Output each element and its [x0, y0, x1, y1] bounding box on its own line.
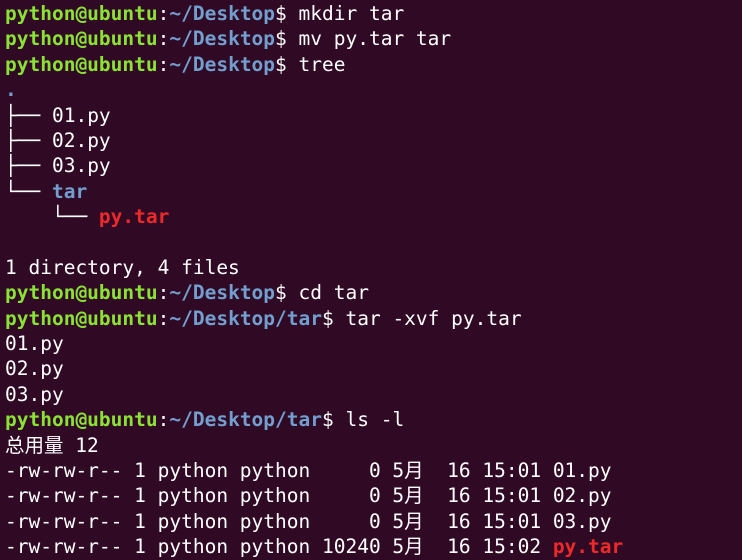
tree-branch: ├──: [5, 154, 52, 178]
command-text: mkdir tar: [298, 2, 405, 25]
prompt-path: ~/Desktop: [169, 281, 276, 305]
command-text: ls -l: [345, 408, 405, 432]
ls-entry-line: -rw-rw-r-- 1 python python 0 5月 16 15:01…: [5, 509, 742, 534]
output-text: 总用量 12: [5, 433, 99, 457]
ls-entry-meta: -rw-rw-r-- 1 python python 10240 5月 16 1…: [5, 535, 553, 559]
prompt-dollar: $: [275, 2, 299, 25]
prompt-user-host: python@ubuntu: [5, 306, 158, 330]
output-text: 02.py: [5, 357, 64, 381]
prompt-separator: :: [157, 2, 170, 25]
tree-branch: └──: [5, 179, 52, 203]
ls-entry-name: py.tar: [552, 535, 624, 559]
tree-entry-name: 03.py: [51, 154, 111, 178]
prompt-separator: :: [157, 27, 170, 51]
prompt-line: python@ubuntu:~/Desktop/tar$ tar -xvf py…: [5, 306, 742, 331]
tree-root: .: [5, 78, 17, 102]
prompt-path: ~/Desktop/tar: [169, 408, 322, 432]
prompt-user-host: python@ubuntu: [5, 2, 158, 25]
ls-entry-meta: -rw-rw-r-- 1 python python 0 5月 16 15:01: [5, 459, 553, 483]
command-text: tar -xvf py.tar: [345, 306, 522, 330]
prompt-dollar: $: [322, 306, 346, 330]
prompt-path: ~/Desktop: [169, 27, 276, 51]
output-line: 03.py: [5, 382, 742, 407]
ls-entry-meta: -rw-rw-r-- 1 python python 0 5月 16 15:01: [5, 484, 553, 508]
tree-branch: ├──: [5, 103, 52, 127]
prompt-dollar: $: [275, 281, 299, 305]
prompt-user-host: python@ubuntu: [5, 281, 158, 305]
prompt-line: python@ubuntu:~/Desktop$ mv py.tar tar: [5, 26, 742, 51]
command-text: tree: [298, 52, 346, 76]
prompt-user-host: python@ubuntu: [5, 52, 158, 76]
prompt-line: python@ubuntu:~/Desktop$ cd tar: [5, 280, 742, 305]
terminal-window[interactable]: python@ubuntu:~/Desktop$ mkdir tar python…: [0, 0, 742, 559]
tree-entry-name: 02.py: [51, 128, 111, 152]
tree-entry-line: ├── 03.py: [5, 153, 742, 178]
prompt-separator: :: [157, 408, 170, 432]
tree-entry-name: 01.py: [51, 103, 111, 127]
output-line: 1 directory, 4 files: [5, 255, 742, 280]
output-line: 总用量 12: [5, 433, 742, 458]
ls-entry-meta: -rw-rw-r-- 1 python python 0 5月 16 15:01: [5, 509, 553, 533]
prompt-dollar: $: [322, 408, 346, 432]
command-text: cd tar: [298, 281, 369, 305]
prompt-user-host: python@ubuntu: [5, 408, 158, 432]
output-line: 02.py: [5, 356, 742, 381]
ls-entry-line: -rw-rw-r-- 1 python python 10240 5月 16 1…: [5, 534, 742, 559]
tree-entry-name: tar: [51, 179, 88, 203]
tree-entry-line: └── tar: [5, 179, 742, 204]
output-text: 03.py: [5, 382, 64, 406]
ls-entry-name: 01.py: [552, 459, 612, 483]
prompt-dollar: $: [275, 52, 299, 76]
command-text: mv py.tar tar: [298, 27, 452, 51]
prompt-separator: :: [157, 306, 170, 330]
prompt-separator: :: [157, 281, 170, 305]
output-text: 01.py: [5, 332, 64, 356]
ls-entry-name: 03.py: [552, 509, 612, 533]
tree-entry-line: ├── 02.py: [5, 128, 742, 153]
tree-entry-line: ├── 01.py: [5, 103, 742, 128]
prompt-path: ~/Desktop: [169, 52, 276, 76]
prompt-path: ~/Desktop: [169, 2, 276, 25]
tree-branch: └──: [5, 205, 99, 229]
tree-root-line: .: [5, 77, 742, 102]
prompt-user-host: python@ubuntu: [5, 27, 158, 51]
ls-entry-name: 02.py: [552, 484, 612, 508]
output-text: 1 directory, 4 files: [5, 255, 240, 279]
tree-branch: ├──: [5, 128, 52, 152]
prompt-separator: :: [157, 52, 170, 76]
tree-entry-name: py.tar: [98, 205, 170, 229]
tree-entry-line: └── py.tar: [5, 204, 742, 229]
prompt-path: ~/Desktop/tar: [169, 306, 322, 330]
ls-entry-line: -rw-rw-r-- 1 python python 0 5月 16 15:01…: [5, 458, 742, 483]
prompt-dollar: $: [275, 27, 299, 51]
prompt-line: python@ubuntu:~/Desktop$ mkdir tar: [5, 1, 742, 26]
output-line: 01.py: [5, 331, 742, 356]
ls-entry-line: -rw-rw-r-- 1 python python 0 5月 16 15:01…: [5, 483, 742, 508]
prompt-line: python@ubuntu:~/Desktop$ tree: [5, 52, 742, 77]
prompt-line: python@ubuntu:~/Desktop/tar$ ls -l: [5, 407, 742, 432]
